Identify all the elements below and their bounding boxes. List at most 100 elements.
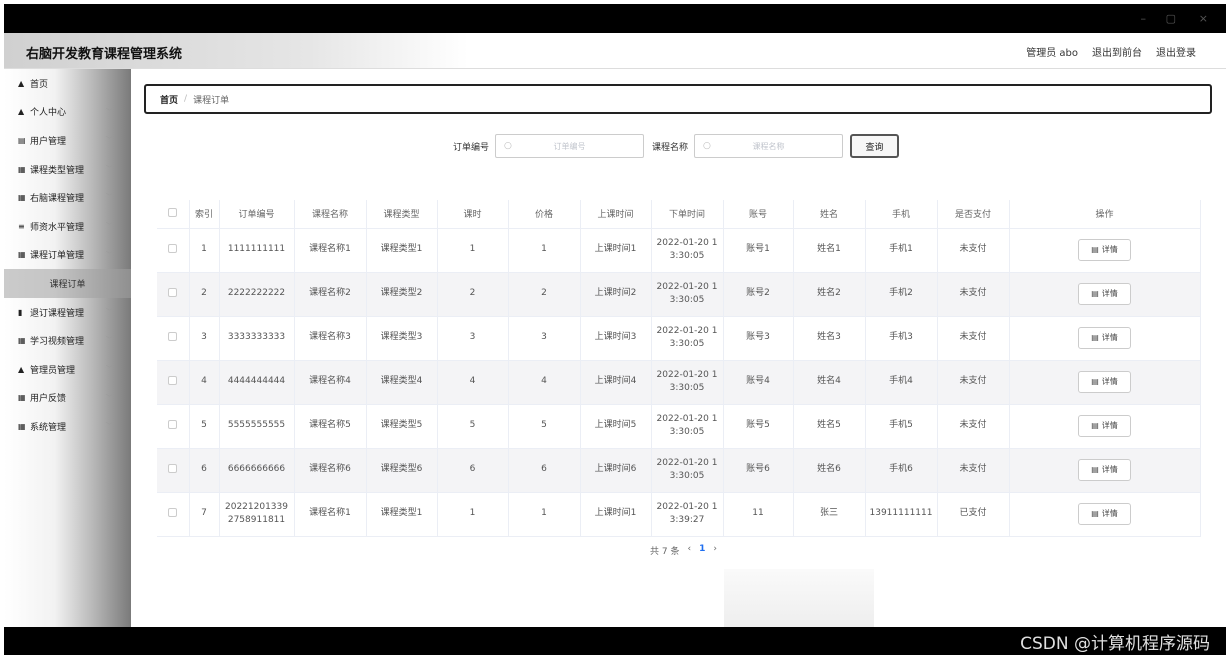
column-header: 手机 bbox=[865, 200, 938, 229]
table-cell: 课程类型3 bbox=[366, 316, 438, 361]
next-page-icon[interactable]: › bbox=[713, 544, 717, 557]
detail-button[interactable]: ▤ 详情 bbox=[1078, 371, 1131, 393]
table-cell: 课程类型1 bbox=[366, 492, 438, 537]
detail-label: 详情 bbox=[1101, 245, 1118, 254]
sidebar-item-12[interactable]: ▦ 系统管理 ﹀ bbox=[4, 412, 131, 441]
table-row: 1 1111111111 课程名称1 课程类型1 1 1 上课时间1 2022-01-20 1… bbox=[157, 228, 1201, 273]
sidebar-item-label: 用户反馈 bbox=[30, 394, 67, 405]
table-cell: 账号6 bbox=[723, 448, 794, 493]
table-cell: 2022-01-20 1 3:30:05 bbox=[651, 448, 724, 493]
document-icon: ▤ bbox=[1091, 421, 1099, 430]
detail-label: 详情 bbox=[1101, 377, 1118, 386]
table-cell: 手机6 bbox=[865, 448, 938, 493]
table-cell: 手机1 bbox=[865, 228, 938, 273]
logout-link[interactable]: 退出登录 bbox=[1156, 44, 1196, 59]
user-icon: ▲ bbox=[18, 107, 25, 117]
chevron-down-icon: ﹀ bbox=[106, 422, 113, 431]
sidebar-item-4[interactable]: ▦ 右脑课程管理 ﹀ bbox=[4, 183, 131, 212]
table-cell: 1 bbox=[437, 492, 509, 537]
sidebar-item-9[interactable]: ▦ 学习视频管理 ﹀ bbox=[4, 326, 131, 355]
grid-icon: ▦ bbox=[18, 250, 26, 260]
document-icon: ▤ bbox=[1091, 509, 1099, 518]
row-checkbox[interactable] bbox=[157, 360, 190, 405]
row-checkbox[interactable] bbox=[157, 448, 190, 493]
row-checkbox[interactable] bbox=[157, 316, 190, 361]
chevron-down-icon: ﹀ bbox=[106, 364, 113, 373]
table-row: 7 20221201339 2758911811 课程名称1 课程类型1 1 1 上课时间1… bbox=[157, 492, 1201, 537]
detail-button[interactable]: ▤ 详情 bbox=[1078, 239, 1131, 261]
detail-label: 详情 bbox=[1101, 421, 1118, 430]
search-bar: 订单编号 ○ 订单编号 课程名称 ○ 课程名称 bbox=[0, 134, 1229, 158]
detail-label: 详情 bbox=[1101, 289, 1118, 298]
table-cell: 1111111111 bbox=[219, 228, 295, 273]
select-all-checkbox[interactable] bbox=[157, 200, 190, 229]
sidebar-item-7[interactable]: 课程订单 bbox=[4, 269, 131, 298]
row-checkbox[interactable] bbox=[157, 404, 190, 449]
home-icon: ▲ bbox=[18, 78, 25, 88]
sidebar-item-11[interactable]: ▦ 用户反馈 ﹀ bbox=[4, 384, 131, 413]
chevron-down-icon: ﹀ bbox=[106, 336, 113, 345]
table-cell: 11 bbox=[723, 492, 794, 537]
table-cell: 课程名称6 bbox=[294, 448, 367, 493]
row-checkbox[interactable] bbox=[157, 492, 190, 537]
table-cell: 4 bbox=[189, 360, 220, 405]
exit-to-front-link[interactable]: 退出到前台 bbox=[1092, 44, 1142, 59]
trash-icon: ▮ bbox=[18, 307, 23, 317]
sidebar-item-5[interactable]: ≡ 师资水平管理 ﹀ bbox=[4, 212, 131, 241]
table-cell: 5 bbox=[189, 404, 220, 449]
close-icon[interactable]: × bbox=[1199, 12, 1208, 25]
course-name-input[interactable]: ○ 课程名称 bbox=[694, 134, 843, 158]
sidebar-item-label: 课程类型管理 bbox=[30, 165, 85, 176]
sidebar-item-label: 个人中心 bbox=[30, 108, 67, 119]
maximize-icon[interactable]: ▢ bbox=[1166, 12, 1176, 25]
page-number[interactable]: 1 bbox=[699, 544, 705, 557]
chevron-down-icon: ﹀ bbox=[106, 307, 113, 316]
breadcrumb: 首页 / 课程订单 bbox=[144, 84, 1212, 114]
table-row: 6 6666666666 课程名称6 课程类型6 6 6 上课时间6 2022-01-20 1… bbox=[157, 448, 1201, 493]
table-cell: 上课时间3 bbox=[580, 316, 652, 361]
sidebar-item-8[interactable]: ▮ 退订课程管理 ﹀ bbox=[4, 298, 131, 327]
table-cell: 上课时间2 bbox=[580, 272, 652, 317]
column-header: 课时 bbox=[437, 200, 509, 229]
grid-icon: ▦ bbox=[18, 164, 26, 174]
row-checkbox[interactable] bbox=[157, 228, 190, 273]
prev-page-icon[interactable]: ‹ bbox=[687, 544, 691, 557]
sidebar-item-6[interactable]: ▦ 课程订单管理 ﹀ bbox=[4, 241, 131, 270]
grid-icon: ▦ bbox=[18, 393, 26, 403]
table-cell: 5 bbox=[437, 404, 509, 449]
table-cell: 上课时间1 bbox=[580, 228, 652, 273]
row-checkbox[interactable] bbox=[157, 272, 190, 317]
order-no-input[interactable]: ○ 订单编号 bbox=[495, 134, 644, 158]
detail-button[interactable]: ▤ 详情 bbox=[1078, 327, 1131, 349]
detail-button[interactable]: ▤ 详情 bbox=[1078, 283, 1131, 305]
sidebar-item-0[interactable]: ▲ 首页 bbox=[4, 69, 131, 98]
detail-button[interactable]: ▤ 详情 bbox=[1078, 459, 1131, 481]
sidebar-item-10[interactable]: ▲ 管理员管理 ﹀ bbox=[4, 355, 131, 384]
table-cell: 课程类型1 bbox=[366, 228, 438, 273]
column-header: 价格 bbox=[508, 200, 581, 229]
action-cell: ▤ 详情 bbox=[1009, 360, 1201, 405]
column-header: 下单时间 bbox=[651, 200, 724, 229]
action-cell: ▤ 详情 bbox=[1009, 228, 1201, 273]
sidebar-item-1[interactable]: ▲ 个人中心 ﹀ bbox=[4, 98, 131, 127]
sidebar-item-3[interactable]: ▦ 课程类型管理 ﹀ bbox=[4, 155, 131, 184]
breadcrumb-home[interactable]: 首页 bbox=[160, 93, 178, 106]
app-title: 右脑开发教育课程管理系统 bbox=[26, 47, 183, 62]
column-header: 订单编号 bbox=[219, 200, 295, 229]
minimize-icon[interactable]: – bbox=[1141, 12, 1147, 25]
sidebar-item-label: 课程订单 bbox=[49, 279, 86, 290]
table-cell: 2 bbox=[508, 272, 581, 317]
admin-label: 管理员 abo bbox=[1026, 48, 1078, 59]
table-row: 3 3333333333 课程名称3 课程类型3 3 3 上课时间3 2022-01-20 1… bbox=[157, 316, 1201, 361]
detail-button[interactable]: ▤ 详情 bbox=[1078, 503, 1131, 525]
table-cell: 2022-01-20 1 3:30:05 bbox=[651, 316, 724, 361]
table-cell: 姓名1 bbox=[793, 228, 866, 273]
action-cell: ▤ 详情 bbox=[1009, 448, 1201, 493]
chevron-down-icon: ﹀ bbox=[106, 221, 113, 230]
detail-button[interactable]: ▤ 详情 bbox=[1078, 415, 1131, 437]
detail-label: 详情 bbox=[1101, 509, 1118, 518]
table-cell: 1 bbox=[508, 228, 581, 273]
query-button[interactable]: 查询 bbox=[850, 134, 899, 158]
table-cell: 课程名称5 bbox=[294, 404, 367, 449]
table-cell: 7 bbox=[189, 492, 220, 537]
